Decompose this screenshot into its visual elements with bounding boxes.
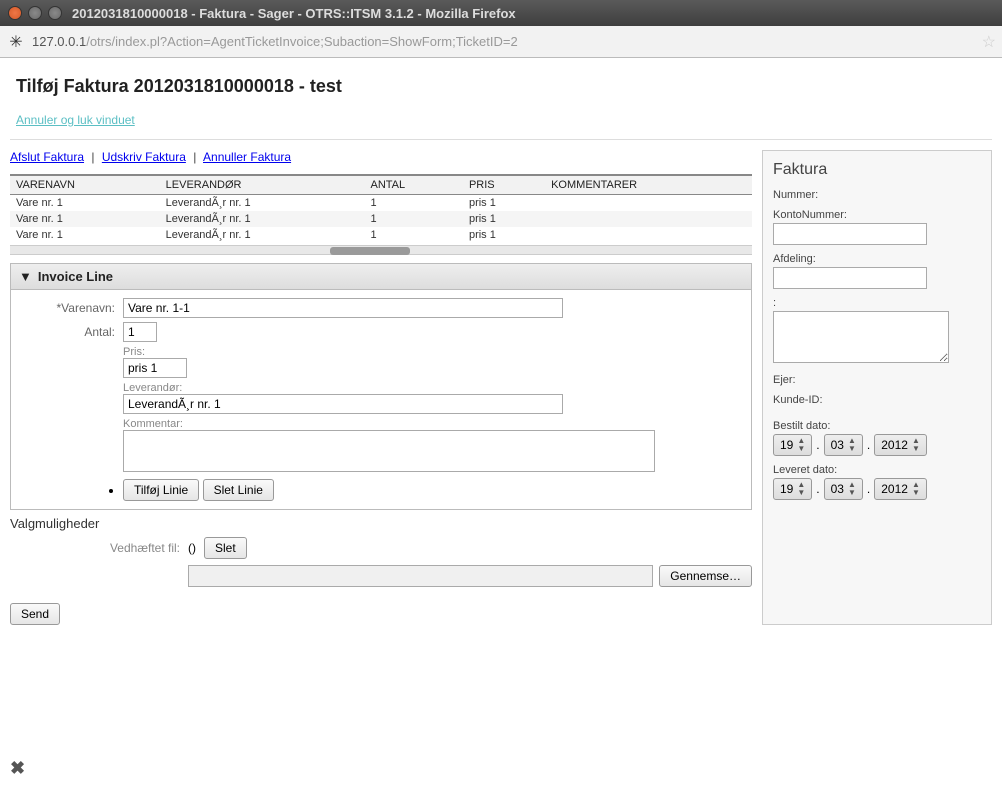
col-leverandor[interactable]: LEVERANDØR — [160, 175, 365, 195]
url-input[interactable]: 127.0.0.1/otrs/index.pl?Action=AgentTick… — [32, 34, 976, 49]
table-row[interactable]: Vare nr. 1 LeverandÃ¸r nr. 1 1 pris 1 — [10, 227, 752, 243]
afdeling-input[interactable] — [773, 267, 927, 289]
cell: LeverandÃ¸r nr. 1 — [160, 211, 365, 227]
label-leveret-dato: Leveret dato: — [773, 464, 981, 476]
url-host: 127.0.0.1 — [32, 34, 86, 49]
cell: Vare nr. 1 — [10, 211, 160, 227]
url-path: /otrs/index.pl?Action=AgentTicketInvoice… — [86, 34, 518, 49]
options-heading: Valgmuligheder — [10, 516, 752, 531]
address-bar: ✳ 127.0.0.1/otrs/index.pl?Action=AgentTi… — [0, 26, 1002, 58]
label-kontonummer: KontoNummer: — [773, 209, 981, 221]
sidebar-title: Faktura — [773, 161, 981, 179]
label-antal: Antal: — [25, 322, 115, 339]
kommentar-textarea[interactable] — [123, 430, 655, 472]
browse-button[interactable]: Gennemse… — [659, 565, 752, 587]
bestilt-day-spinner[interactable]: 19▲▼ — [773, 434, 812, 456]
cell: pris 1 — [463, 211, 545, 227]
dot: . — [816, 438, 819, 452]
leveret-month-spinner[interactable]: 03▲▼ — [824, 478, 863, 500]
label-pris: Pris: — [123, 346, 737, 358]
invoice-line-widget-header[interactable]: ▼ Invoice Line — [11, 264, 751, 290]
delete-line-button[interactable]: Slet Linie — [203, 479, 274, 501]
antal-input[interactable] — [123, 322, 157, 342]
table-row[interactable]: Vare nr. 1 LeverandÃ¸r nr. 1 1 pris 1 — [10, 195, 752, 212]
horizontal-scrollbar[interactable] — [10, 245, 752, 255]
note-textarea[interactable] — [773, 311, 949, 363]
cancel-close-link[interactable]: Annuler og luk vinduet — [16, 113, 135, 127]
label-ejer: Ejer: — [773, 374, 981, 386]
window-maximize-button[interactable] — [48, 6, 62, 20]
leveret-day-spinner[interactable]: 19▲▼ — [773, 478, 812, 500]
varenavn-input[interactable] — [123, 298, 563, 318]
action-links: Afslut Faktura | Udskriv Faktura | Annul… — [10, 150, 752, 164]
table-row[interactable]: Vare nr. 1 LeverandÃ¸r nr. 1 1 pris 1 — [10, 211, 752, 227]
label-colon: : — [773, 297, 981, 309]
collapse-triangle-icon[interactable]: ▼ — [19, 269, 32, 284]
send-button[interactable]: Send — [10, 603, 60, 625]
page-title: Tilføj Faktura 2012031810000018 - test — [16, 76, 986, 97]
label-bestilt-dato: Bestilt dato: — [773, 420, 981, 432]
dot: . — [867, 482, 870, 496]
col-antal[interactable]: ANTAL — [364, 175, 462, 195]
cell: LeverandÃ¸r nr. 1 — [160, 195, 365, 212]
label-varenavn: *Varenavn: — [25, 298, 115, 315]
leveret-year-spinner[interactable]: 2012▲▼ — [874, 478, 927, 500]
close-icon[interactable]: ✖ — [10, 758, 25, 779]
label-afdeling: Afdeling: — [773, 253, 981, 265]
kontonummer-input[interactable] — [773, 223, 927, 245]
label-kommentar: Kommentar: — [123, 418, 737, 430]
label-nummer: Nummer: — [773, 189, 981, 201]
bestilt-year-spinner[interactable]: 2012▲▼ — [874, 434, 927, 456]
cell: pris 1 — [463, 195, 545, 212]
file-path-box[interactable] — [188, 565, 653, 587]
cell: 1 — [364, 227, 462, 243]
site-identity-icon[interactable]: ✳ — [6, 32, 26, 52]
invoice-lines-table: VARENAVN LEVERANDØR ANTAL PRIS KOMMENTAR… — [10, 174, 752, 243]
col-kommentarer[interactable]: KOMMENTARER — [545, 175, 752, 195]
label-kunde-id: Kunde-ID: — [773, 394, 981, 406]
cell: Vare nr. 1 — [10, 227, 160, 243]
delete-attachment-button[interactable]: Slet — [204, 537, 247, 559]
action-cancel-invoice[interactable]: Annuller Faktura — [203, 150, 291, 164]
cell — [545, 195, 752, 212]
action-finish-invoice[interactable]: Afslut Faktura — [10, 150, 84, 164]
dot: . — [867, 438, 870, 452]
cell: pris 1 — [463, 227, 545, 243]
pris-input[interactable] — [123, 358, 187, 378]
bestilt-month-spinner[interactable]: 03▲▼ — [824, 434, 863, 456]
window-close-button[interactable] — [8, 6, 22, 20]
attached-file-empty: () — [188, 541, 196, 555]
window-title: 2012031810000018 - Faktura - Sager - OTR… — [72, 6, 516, 21]
cell — [545, 211, 752, 227]
col-varenavn[interactable]: VARENAVN — [10, 175, 160, 195]
cell: 1 — [364, 195, 462, 212]
cell — [545, 227, 752, 243]
window-minimize-button[interactable] — [28, 6, 42, 20]
leverandor-input[interactable] — [123, 394, 563, 414]
window-titlebar: 2012031810000018 - Faktura - Sager - OTR… — [0, 0, 1002, 26]
action-print-invoice[interactable]: Udskriv Faktura — [102, 150, 186, 164]
bookmark-star-icon[interactable]: ☆ — [982, 32, 996, 52]
add-line-button[interactable]: Tilføj Linie — [123, 479, 199, 501]
widget-title: Invoice Line — [38, 269, 113, 284]
cell: 1 — [364, 211, 462, 227]
col-pris[interactable]: PRIS — [463, 175, 545, 195]
dot: . — [816, 482, 819, 496]
cell: Vare nr. 1 — [10, 195, 160, 212]
cell: LeverandÃ¸r nr. 1 — [160, 227, 365, 243]
attached-file-label: Vedhæftet fil: — [10, 541, 180, 555]
label-leverandor: Leverandør: — [123, 382, 737, 394]
